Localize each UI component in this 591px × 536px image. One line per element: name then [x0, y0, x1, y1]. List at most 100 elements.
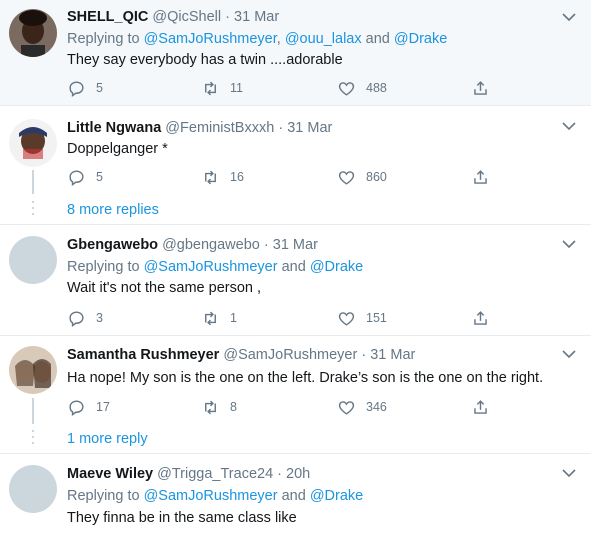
- tweet-header: Samantha Rushmeyer @SamJoRushmeyer · 31 …: [67, 346, 415, 364]
- avatar[interactable]: [9, 346, 57, 394]
- user-handle[interactable]: @SamJoRushmeyer: [223, 347, 357, 363]
- mention-separator: and: [277, 259, 310, 275]
- share-button[interactable]: [471, 397, 500, 417]
- avatar[interactable]: [9, 119, 57, 167]
- mention-separator: and: [277, 488, 310, 504]
- retweet-button[interactable]: 8: [201, 397, 237, 417]
- mention-link[interactable]: @Drake: [394, 31, 447, 47]
- tweet-actions: 17 8 346: [67, 397, 507, 417]
- tweet[interactable]: Gbengawebo @gbengawebo · 31 Mar Replying…: [0, 226, 591, 336]
- replying-to-prefix: Replying to: [67, 488, 140, 504]
- display-name[interactable]: SHELL_QIC: [67, 9, 148, 25]
- separator-dot: ·: [225, 9, 230, 25]
- avatar[interactable]: [9, 9, 57, 57]
- chevron-down-icon[interactable]: [562, 468, 576, 478]
- retweet-button[interactable]: 1: [201, 308, 237, 328]
- mention-link[interactable]: @Drake: [310, 488, 363, 504]
- like-button[interactable]: 860: [337, 167, 387, 187]
- retweet-button[interactable]: 11: [201, 78, 243, 98]
- tweet-header: Little Ngwana @FeministBxxxh · 31 Mar: [67, 119, 332, 137]
- thread-dots: [32, 430, 34, 448]
- share-icon: [474, 80, 487, 95]
- separator-dot: ·: [361, 347, 367, 363]
- share-icon: [474, 399, 487, 414]
- reply-button[interactable]: 3: [67, 308, 103, 328]
- user-handle[interactable]: @gbengawebo: [162, 237, 260, 253]
- display-name[interactable]: Little Ngwana: [67, 120, 161, 136]
- show-more-replies[interactable]: 8 more replies: [0, 195, 591, 225]
- thread-dots: [32, 201, 34, 219]
- timestamp[interactable]: 31 Mar: [370, 347, 415, 363]
- tweet[interactable]: Maeve Wiley @Trigga_Trace24 · 20h Replyi…: [0, 455, 591, 536]
- mention-link[interactable]: @ouu_lalax: [285, 31, 362, 47]
- reply-icon: [69, 80, 84, 97]
- retweet-button[interactable]: 16: [201, 167, 244, 187]
- tweet-header: Maeve Wiley @Trigga_Trace24 · 20h: [67, 465, 310, 483]
- share-button[interactable]: [471, 167, 500, 187]
- mention-link[interactable]: @Drake: [310, 259, 363, 275]
- heart-icon: [338, 400, 355, 415]
- replying-to-prefix: Replying to: [67, 259, 140, 275]
- display-name[interactable]: Gbengawebo: [67, 237, 158, 253]
- mention-separator: ,: [276, 31, 285, 47]
- timestamp[interactable]: 31 Mar: [273, 237, 318, 253]
- like-count: 151: [366, 311, 387, 325]
- chevron-down-icon[interactable]: [562, 349, 576, 359]
- mention-link[interactable]: @SamJoRushmeyer: [144, 259, 278, 275]
- mention-link[interactable]: @SamJoRushmeyer: [144, 31, 277, 47]
- user-handle[interactable]: @FeministBxxxh: [165, 120, 274, 136]
- heart-icon: [338, 81, 355, 96]
- reply-icon: [69, 310, 84, 327]
- chevron-down-icon[interactable]: [562, 12, 576, 22]
- replying-to: Replying to @SamJoRushmeyer, @ouu_lalax …: [67, 30, 447, 48]
- reply-icon: [69, 399, 84, 416]
- user-handle[interactable]: @Trigga_Trace24: [157, 466, 273, 482]
- chevron-down-icon[interactable]: [562, 239, 576, 249]
- more-replies-link[interactable]: 8 more replies: [67, 202, 159, 218]
- retweet-count: 8: [230, 400, 237, 414]
- display-name[interactable]: Samantha Rushmeyer: [67, 347, 219, 363]
- tweet[interactable]: Samantha Rushmeyer @SamJoRushmeyer · 31 …: [0, 336, 591, 424]
- timestamp[interactable]: 20h: [286, 466, 310, 482]
- reply-thread: SHELL_QIC @QicShell · 31 Mar Replying to…: [0, 0, 591, 536]
- share-button[interactable]: [471, 78, 500, 98]
- tweet-header: Gbengawebo @gbengawebo · 31 Mar: [67, 236, 318, 254]
- like-button[interactable]: 151: [337, 308, 387, 328]
- avatar[interactable]: [9, 465, 57, 513]
- timestamp[interactable]: 31 Mar: [234, 9, 279, 25]
- timestamp[interactable]: 31 Mar: [287, 120, 332, 136]
- retweet-icon: [205, 311, 216, 325]
- reply-icon: [69, 169, 84, 186]
- tweet[interactable]: Little Ngwana @FeministBxxxh · 31 Mar Do…: [0, 106, 591, 194]
- tweet[interactable]: SHELL_QIC @QicShell · 31 Mar Replying to…: [0, 0, 591, 106]
- reply-button[interactable]: 5: [67, 167, 103, 187]
- like-button[interactable]: 488: [337, 78, 387, 98]
- heart-icon: [338, 311, 355, 326]
- tweet-text: Doppelganger *: [67, 141, 168, 157]
- retweet-icon: [205, 170, 216, 184]
- thread-line: [32, 398, 34, 424]
- replying-to: Replying to @SamJoRushmeyer and @Drake: [67, 258, 363, 276]
- display-name[interactable]: Maeve Wiley: [67, 466, 153, 482]
- share-button[interactable]: [471, 308, 500, 328]
- reply-button[interactable]: 5: [67, 78, 103, 98]
- tweet-text: They finna be in the same class like: [67, 510, 297, 526]
- reply-count: 5: [96, 170, 103, 184]
- tweet-header: SHELL_QIC @QicShell · 31 Mar: [67, 8, 279, 26]
- like-button[interactable]: 346: [337, 397, 387, 417]
- chevron-down-icon[interactable]: [562, 121, 576, 131]
- tweet-text: Wait it's not the same person ,: [67, 280, 262, 296]
- like-count: 860: [366, 170, 387, 184]
- more-replies-link[interactable]: 1 more reply: [67, 431, 148, 447]
- share-icon: [474, 310, 487, 325]
- tweet-text: They say everybody has a twin ....adorab…: [67, 52, 343, 68]
- avatar[interactable]: [9, 236, 57, 284]
- mention-link[interactable]: @SamJoRushmeyer: [144, 488, 278, 504]
- tweet-actions: 5 11 488: [67, 78, 507, 98]
- retweet-icon: [205, 400, 216, 414]
- show-more-replies[interactable]: 1 more reply: [0, 424, 591, 454]
- user-handle[interactable]: @QicShell: [152, 9, 221, 25]
- thread-line: [32, 170, 34, 194]
- tweet-actions: 3 1 151: [67, 308, 507, 328]
- reply-button[interactable]: 17: [67, 397, 110, 417]
